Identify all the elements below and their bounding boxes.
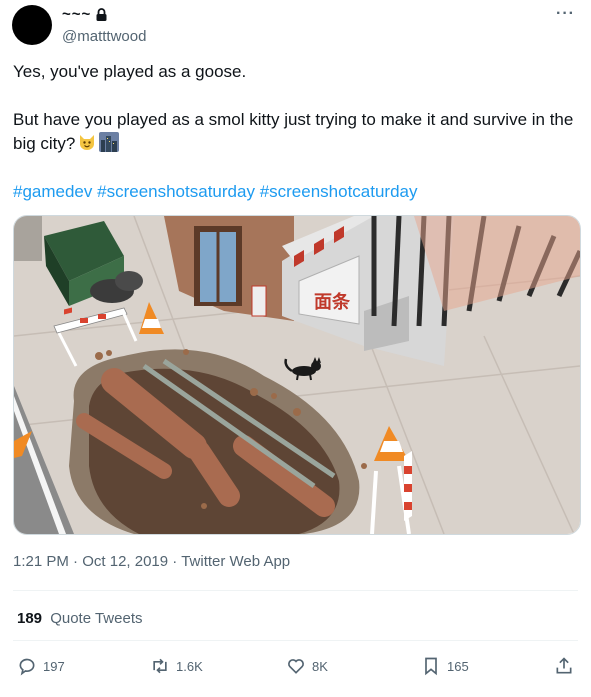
- hashtags: #gamedev #screenshotsaturday #screenshot…: [13, 180, 581, 204]
- tweet-date[interactable]: Oct 12, 2019: [82, 553, 168, 570]
- hashtag-screenshotsaturday[interactable]: #screenshotsaturday: [97, 182, 255, 201]
- quote-tweets-link[interactable]: 189 Quote Tweets: [17, 610, 142, 627]
- retweet-button[interactable]: 1.6K: [150, 656, 203, 676]
- bookmark-count: 165: [447, 658, 469, 674]
- action-bar: 197 1.6K 8K 165: [0, 656, 591, 684]
- quote-label: Quote Tweets: [50, 610, 143, 627]
- author-name-row: ~~~: [62, 6, 107, 23]
- more-options-icon[interactable]: ···: [556, 5, 575, 23]
- meta-separator-2: ·: [172, 553, 178, 570]
- cat-face-emoji: [80, 135, 95, 150]
- bookmark-icon: [425, 657, 437, 676]
- shop-sign-text: 面条: [314, 291, 351, 313]
- avatar[interactable]: [12, 5, 52, 45]
- retweet-icon: [153, 658, 167, 674]
- bookmark-button[interactable]: 165: [421, 656, 469, 676]
- heart-icon: [288, 659, 304, 674]
- like-button[interactable]: 8K: [286, 656, 328, 676]
- reply-button[interactable]: 197: [17, 656, 65, 676]
- display-name[interactable]: ~~~: [62, 6, 91, 23]
- share-icon: [556, 657, 572, 674]
- user-handle[interactable]: @matttwood: [62, 28, 146, 45]
- lock-icon: [96, 8, 107, 21]
- tweet-source[interactable]: Twitter Web App: [181, 553, 290, 570]
- quote-count: 189: [17, 610, 43, 627]
- divider-top: [13, 590, 578, 591]
- divider-bottom: [13, 640, 578, 641]
- hashtag-gamedev[interactable]: #gamedev: [13, 182, 92, 201]
- tweet-line-2: But have you played as a smol kitty just…: [13, 108, 581, 156]
- tweet-line-1: Yes, you've played as a goose.: [13, 62, 247, 81]
- cityscape-emoji: [99, 132, 120, 152]
- meta-separator-1: ·: [73, 553, 79, 570]
- tweet-text: Yes, you've played as a goose. But have …: [13, 60, 581, 204]
- retweet-count: 1.6K: [176, 658, 203, 674]
- share-button[interactable]: [554, 656, 574, 676]
- tweet-time[interactable]: 1:21 PM: [13, 553, 69, 570]
- tweet-timestamp-row: 1:21 PM · Oct 12, 2019 · Twitter Web App: [13, 553, 290, 570]
- tweet-media-image[interactable]: 面条: [13, 215, 581, 535]
- hashtag-screenshotcaturday[interactable]: #screenshotcaturday: [260, 182, 418, 201]
- reply-icon: [19, 658, 35, 676]
- reply-count: 197: [43, 658, 65, 674]
- like-count: 8K: [312, 658, 328, 674]
